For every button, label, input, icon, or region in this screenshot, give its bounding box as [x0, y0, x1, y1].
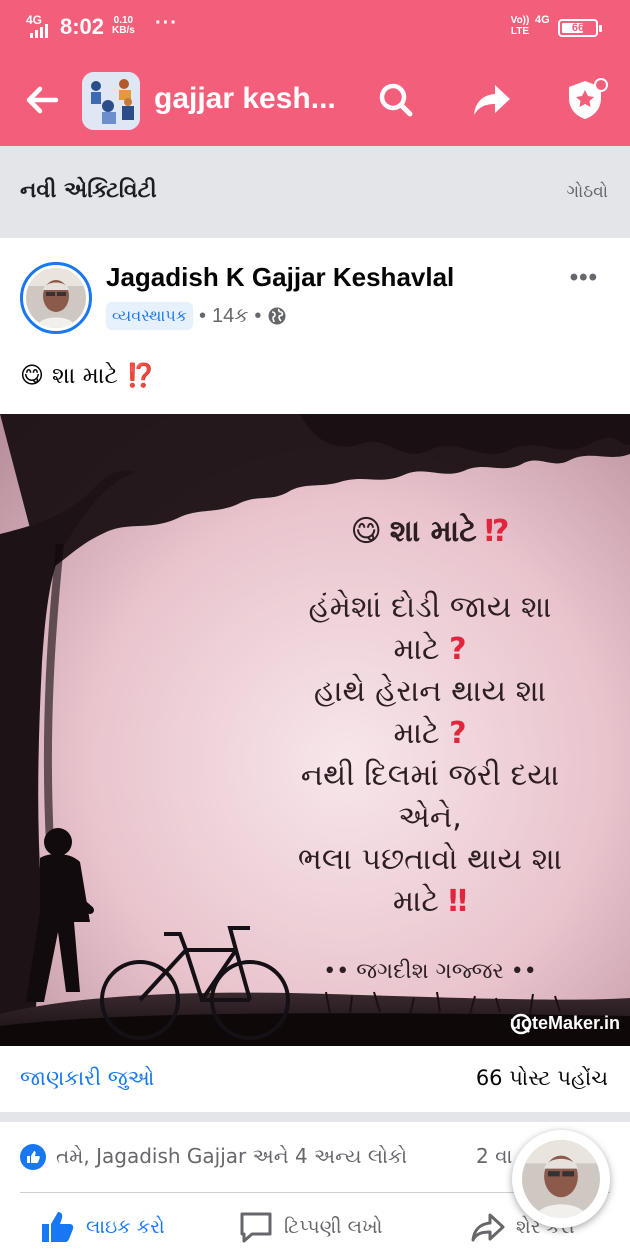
post-author-name[interactable]: Jagadish K Gajjar Keshavlal [106, 262, 454, 293]
quote-question-mark: ? [449, 632, 467, 667]
quote-line: હંમેશાં દોડી જાય શા [308, 590, 552, 625]
group-thumbnail[interactable] [82, 72, 140, 130]
back-arrow-icon[interactable] [20, 78, 64, 122]
notification-more: ··· [155, 12, 178, 34]
new-activity-bar: નવી એક્ટિવિટી ગોઠવો [0, 146, 630, 238]
quote-line: માટે ? [260, 629, 600, 671]
quote-title-text: શા માટે [389, 514, 477, 549]
post-text-body: શા માટે [51, 362, 118, 389]
quotemaker-watermark: uoteMaker.in [510, 1013, 620, 1035]
quote-line: હાથે હેરાન થાય શા [313, 674, 547, 709]
quote-title: 😋 શા માટે ⁉ [260, 514, 600, 549]
signal-icon [30, 24, 48, 38]
interrobang-emoji: ⁉️ [125, 363, 155, 389]
quote-question-mark: ? [449, 716, 467, 751]
like-reaction-icon [20, 1144, 46, 1170]
quote-title-mark: ⁉ [484, 514, 510, 549]
post-reach: 66 પોસ્ટ પહોંચ [475, 1066, 608, 1090]
comment-button[interactable]: ટિપ્પણી લખો [238, 1210, 382, 1244]
floating-chat-head[interactable] [512, 1130, 610, 1228]
post-text: 😋 શા માટે ⁉️ [20, 362, 155, 390]
clock: 8:02 [60, 14, 105, 39]
status-bar: 4G 8:02 0.10 KB/s ··· Vo)) LTE 4G 66 [0, 0, 630, 54]
quote-emoji: 😋 [350, 514, 382, 549]
admin-badge: વ્યવસ્થાપક [106, 302, 194, 330]
post-insights-row: જાણકારી જુઓ 66 પોસ્ટ પહોંચ [0, 1046, 630, 1112]
volte-indicator: Vo)) LTE [510, 15, 530, 37]
new-activity-title: નવી એક્ટિવિટી [20, 178, 157, 203]
share-icon[interactable] [468, 76, 516, 124]
author-avatar[interactable] [20, 262, 92, 334]
view-info-link[interactable]: જાણકારી જુઓ [20, 1066, 154, 1091]
reactors-text[interactable]: તમે, Jagadish Gajjar અને 4 અન્ય લોકો [56, 1144, 407, 1168]
comment-label: ટિપ્પણી લખો [284, 1216, 383, 1238]
admin-shield-icon[interactable] [560, 74, 610, 124]
thumbs-up-icon [42, 1212, 74, 1242]
shares-count[interactable]: 2 વા [476, 1144, 512, 1168]
net-speed-unit: KB/s [112, 25, 135, 36]
quote-double-bang: ‼ [448, 884, 468, 919]
yum-emoji: 😋 [20, 362, 44, 389]
arrange-button[interactable]: ગોઠવો [567, 182, 608, 202]
battery-icon: 66 [558, 19, 602, 37]
quote-word: માટે [393, 632, 440, 667]
quote-word: માટે [393, 716, 440, 751]
like-button[interactable]: લાઇક કરો [40, 1210, 165, 1244]
quote-text: 😋 શા માટે ⁉ હંમેશાં દોડી જાય શા માટે ? હ… [260, 514, 600, 984]
globe-icon [267, 306, 287, 326]
app-bar: gajjar kesh... [0, 54, 630, 146]
group-name[interactable]: gajjar kesh... [154, 82, 336, 116]
meta-separator: • [199, 304, 207, 327]
like-label: લાઇક કરો [86, 1216, 165, 1238]
avatar-photo [26, 268, 86, 328]
post-meta: વ્યવસ્થાપક • 14ક • [106, 302, 287, 330]
quote-line: ભલા પછતાવો થાય શા [297, 842, 563, 877]
search-icon[interactable] [374, 78, 418, 122]
quote-word: માટે [392, 884, 439, 919]
post-image[interactable]: 😋 શા માટે ⁉ હંમેશાં દોડી જાય શા માટે ? હ… [0, 414, 630, 1046]
meta-separator: • [254, 304, 262, 327]
net-speed: 0.10 KB/s [112, 16, 135, 36]
comment-bubble-icon [240, 1212, 272, 1243]
post-options-icon[interactable]: ••• [570, 264, 598, 292]
battery-level: 66 [571, 22, 585, 34]
chat-head-avatar [522, 1140, 600, 1218]
quote-line: એને, [398, 800, 462, 835]
quote-line: નથી દિલમાં જરી દયા [300, 758, 560, 793]
quote-line: માટે ? [260, 713, 600, 755]
quote-signature: •• જગદીશ ગજ્જર •• [323, 959, 537, 984]
quote-line: માટે ‼ [260, 881, 600, 923]
share-arrow-icon [471, 1213, 505, 1242]
mobile-data-indicator: 4G [535, 14, 550, 26]
post-age[interactable]: 14ક [212, 305, 248, 328]
post-header: Jagadish K Gajjar Keshavlal વ્યવસ્થાપક •… [0, 238, 630, 350]
section-divider [0, 1112, 630, 1122]
quote-q-icon [510, 1013, 532, 1035]
